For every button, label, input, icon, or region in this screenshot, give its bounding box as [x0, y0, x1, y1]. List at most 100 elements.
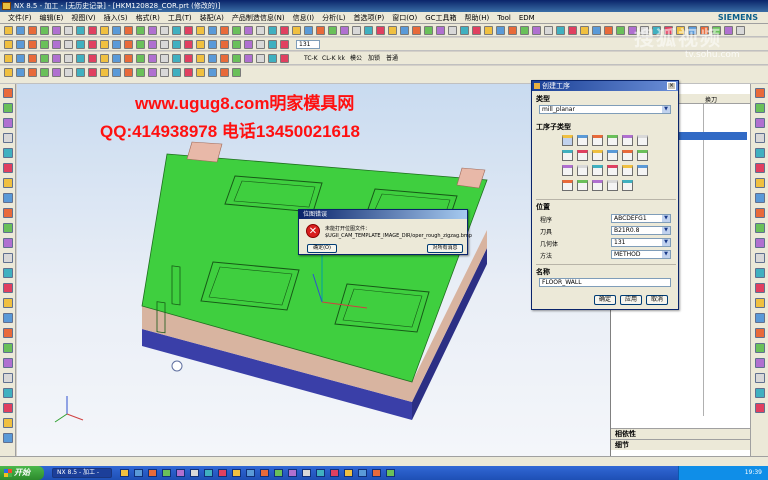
toolbar-button-icon[interactable]: [208, 54, 217, 63]
toolbar-button-icon[interactable]: [436, 26, 445, 35]
resource-tab-icon[interactable]: [755, 178, 765, 188]
toolbar-button-icon[interactable]: [232, 68, 241, 77]
toolbar-button-icon[interactable]: [388, 26, 397, 35]
toolbar-button-icon[interactable]: [364, 26, 373, 35]
resource-tab-icon[interactable]: [3, 208, 13, 218]
toolbar-button-icon[interactable]: [592, 26, 601, 35]
menu-analysis[interactable]: 分析(L): [318, 13, 349, 23]
toolbar-button-icon[interactable]: [256, 26, 265, 35]
quick-launch-icon[interactable]: [288, 469, 297, 477]
resource-tab-icon[interactable]: [755, 133, 765, 143]
operation-subtype-icon[interactable]: [577, 165, 588, 176]
toolbar-button-icon[interactable]: [136, 26, 145, 35]
resource-tab-icon[interactable]: [755, 118, 765, 128]
toolbar-button-icon[interactable]: [148, 68, 157, 77]
resource-tab-icon[interactable]: [3, 88, 13, 98]
ok-button[interactable]: 确定: [594, 295, 616, 305]
resource-tab-icon[interactable]: [3, 343, 13, 353]
quick-launch-icon[interactable]: [316, 469, 325, 477]
toolbar-button-icon[interactable]: [88, 40, 97, 49]
toolbar-button-icon[interactable]: [472, 26, 481, 35]
toolbar-text-tck[interactable]: TC-K: [304, 54, 318, 63]
toolbar-button-icon[interactable]: [172, 68, 181, 77]
toolbar-button-icon[interactable]: [4, 26, 13, 35]
toolbar-button-icon[interactable]: [376, 26, 385, 35]
toolbar-button-icon[interactable]: [52, 26, 61, 35]
resource-tab-icon[interactable]: [755, 373, 765, 383]
toolbar-button-icon[interactable]: [280, 40, 289, 49]
resource-tab-icon[interactable]: [3, 433, 13, 443]
number-field[interactable]: 131: [296, 40, 320, 49]
toolbar-button-icon[interactable]: [124, 68, 133, 77]
toolbar-button-icon[interactable]: [28, 68, 37, 77]
quick-launch-icon[interactable]: [204, 469, 213, 477]
error-ok-button[interactable]: 确定(O): [307, 244, 337, 253]
toolbar-button-icon[interactable]: [160, 68, 169, 77]
resource-tab-icon[interactable]: [3, 358, 13, 368]
toolbar-button-icon[interactable]: [100, 68, 109, 77]
toolbar-button-icon[interactable]: [40, 40, 49, 49]
toolbar-button-icon[interactable]: [28, 40, 37, 49]
operation-subtype-icon[interactable]: [577, 135, 588, 146]
toolbar-button-icon[interactable]: [184, 54, 193, 63]
toolbar-button-icon[interactable]: [544, 26, 553, 35]
operation-subtype-icon[interactable]: [592, 150, 603, 161]
toolbar-button-icon[interactable]: [16, 26, 25, 35]
toolbar-button-icon[interactable]: [280, 54, 289, 63]
toolbar-button-icon[interactable]: [100, 54, 109, 63]
quick-launch-icon[interactable]: [386, 469, 395, 477]
quick-launch-icon[interactable]: [120, 469, 129, 477]
resource-tab-icon[interactable]: [3, 418, 13, 428]
resource-tab-icon[interactable]: [3, 328, 13, 338]
toolbar-button-icon[interactable]: [256, 54, 265, 63]
toolbar-button-icon[interactable]: [736, 26, 745, 35]
menu-view[interactable]: 视图(V): [67, 13, 99, 23]
toolbar-button-icon[interactable]: [244, 26, 253, 35]
menu-tool[interactable]: Tool: [493, 14, 515, 22]
toolbar-button-icon[interactable]: [76, 54, 85, 63]
toolbar-button-icon[interactable]: [196, 68, 205, 77]
resource-tab-icon[interactable]: [3, 193, 13, 203]
operation-name-input[interactable]: FLOOR_WALL: [539, 278, 671, 287]
operation-subtype-icon[interactable]: [622, 165, 633, 176]
toolbar-button-icon[interactable]: [52, 54, 61, 63]
operation-subtype-icon[interactable]: [562, 135, 573, 146]
toolbar-button-icon[interactable]: [124, 40, 133, 49]
toolbar-button-icon[interactable]: [232, 40, 241, 49]
operation-subtype-icon[interactable]: [607, 150, 618, 161]
menu-help[interactable]: 帮助(H): [461, 13, 494, 23]
quick-launch-icon[interactable]: [134, 469, 143, 477]
resource-tab-icon[interactable]: [755, 268, 765, 278]
toolbar-button-icon[interactable]: [52, 68, 61, 77]
operation-subtype-icon[interactable]: [577, 180, 588, 191]
toolbar-button-icon[interactable]: [160, 40, 169, 49]
resource-tab-icon[interactable]: [3, 133, 13, 143]
resource-tab-icon[interactable]: [755, 343, 765, 353]
resource-tab-icon[interactable]: [3, 103, 13, 113]
quick-launch-icon[interactable]: [176, 469, 185, 477]
toolbar-button-icon[interactable]: [256, 40, 265, 49]
operation-subtype-icon[interactable]: [622, 150, 633, 161]
menu-info[interactable]: 信息(I): [289, 13, 319, 23]
menu-assembly[interactable]: 装配(A): [196, 13, 228, 23]
quick-launch-icon[interactable]: [330, 469, 339, 477]
toolbar-text-putong[interactable]: 普通: [386, 54, 398, 63]
toolbar-button-icon[interactable]: [172, 54, 181, 63]
taskbar-nx-button[interactable]: NX 8.5 - 加工 -: [52, 468, 112, 478]
toolbar-button-icon[interactable]: [148, 40, 157, 49]
toolbar-button-icon[interactable]: [40, 26, 49, 35]
toolbar-button-icon[interactable]: [112, 26, 121, 35]
toolbar-button-icon[interactable]: [76, 40, 85, 49]
quick-launch-icon[interactable]: [148, 469, 157, 477]
toolbar-button-icon[interactable]: [16, 54, 25, 63]
resource-tab-icon[interactable]: [755, 388, 765, 398]
resource-tab-icon[interactable]: [3, 148, 13, 158]
menu-tools[interactable]: 工具(T): [164, 13, 196, 23]
geometry-select[interactable]: 131 ▼: [611, 238, 671, 247]
resource-tab-icon[interactable]: [3, 373, 13, 383]
resource-tab-icon[interactable]: [755, 253, 765, 263]
menu-edm[interactable]: EDM: [515, 14, 539, 22]
toolbar-button-icon[interactable]: [580, 26, 589, 35]
toolbar-button-icon[interactable]: [88, 68, 97, 77]
operation-subtype-icon[interactable]: [592, 135, 603, 146]
